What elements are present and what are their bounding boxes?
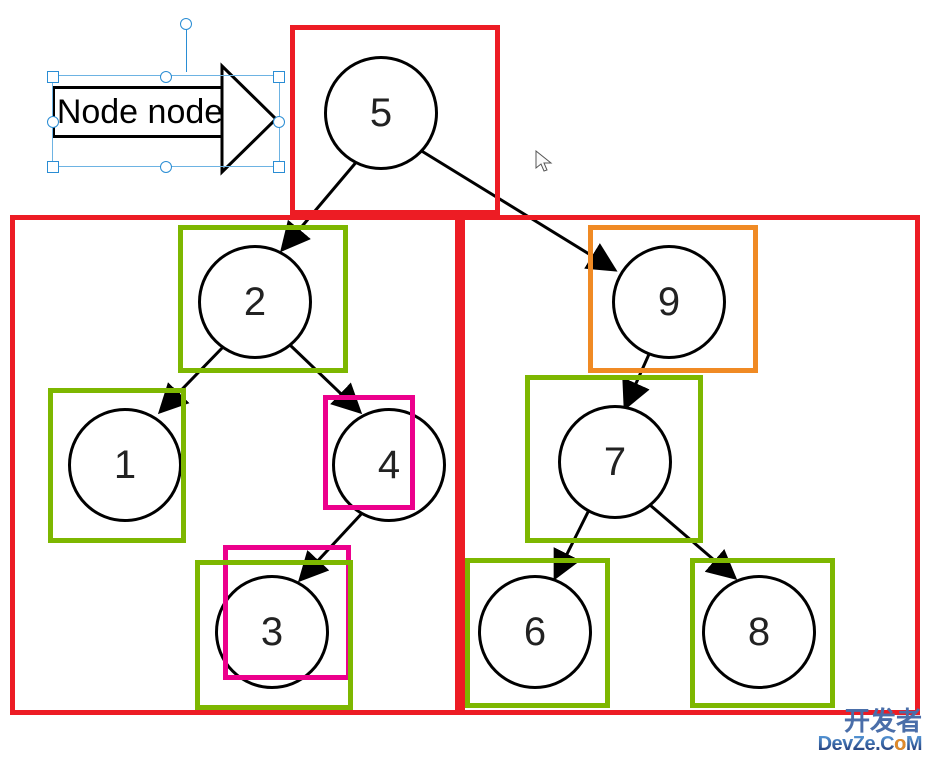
tree-node-4: 4 bbox=[332, 408, 446, 522]
tree-node-1: 1 bbox=[68, 408, 182, 522]
mouse-cursor-icon bbox=[535, 150, 553, 180]
rotate-handle[interactable] bbox=[180, 18, 192, 30]
tree-node-7: 7 bbox=[558, 405, 672, 519]
tree-node-3: 3 bbox=[215, 575, 329, 689]
tree-node-2: 2 bbox=[198, 245, 312, 359]
watermark: 开发者 DevZe.CoM bbox=[818, 708, 922, 754]
selection-box[interactable] bbox=[52, 75, 280, 167]
tree-node-5: 5 bbox=[324, 56, 438, 170]
tree-node-9: 9 bbox=[612, 245, 726, 359]
tree-node-8: 8 bbox=[702, 575, 816, 689]
diagram-stage: { "diagram": { "arrow_label": "Node node… bbox=[0, 0, 928, 760]
tree-node-6: 6 bbox=[478, 575, 592, 689]
